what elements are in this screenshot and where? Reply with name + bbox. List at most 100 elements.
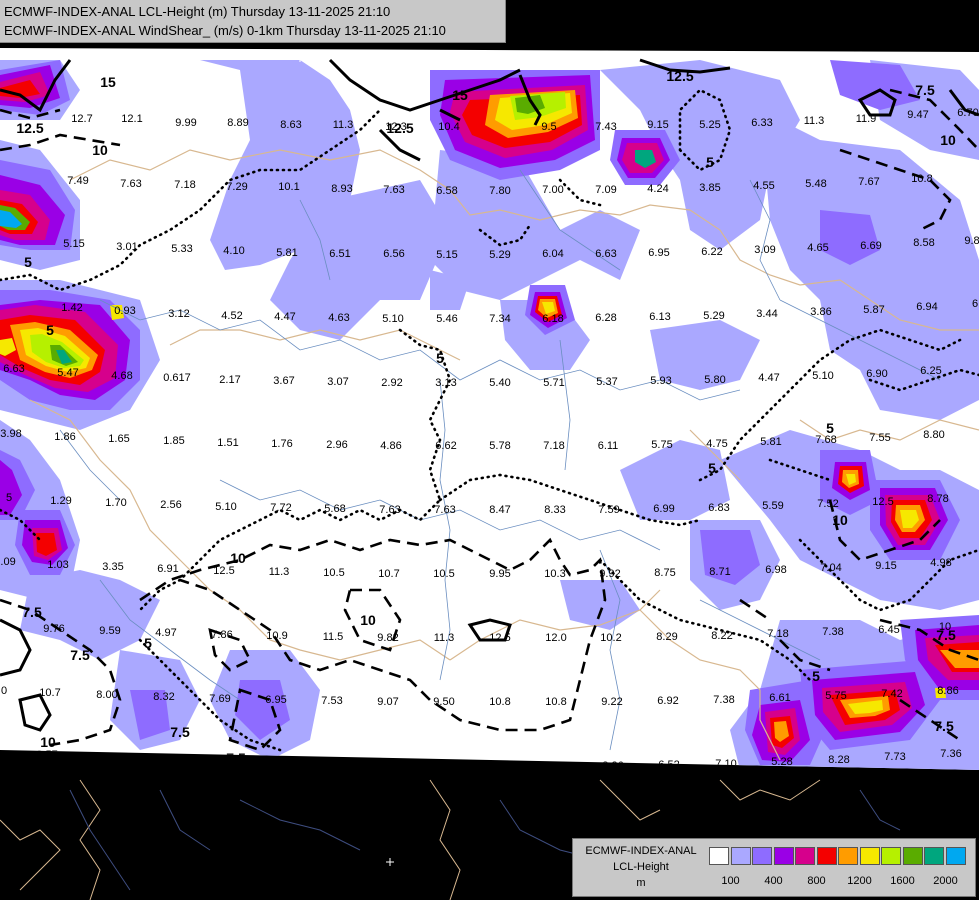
- shear-value-label: 7.34: [489, 313, 510, 325]
- shear-value-label: 3.07: [327, 376, 348, 388]
- shear-value-label: 5.71: [543, 377, 564, 389]
- shear-value-label: 11.3: [434, 632, 455, 644]
- shear-value-label: 7.63: [383, 184, 404, 196]
- shear-value-label: 7.73: [884, 751, 905, 763]
- contour-label: 10: [360, 612, 376, 628]
- shear-value-label: 7.09: [595, 184, 616, 196]
- shear-value-label: 11.5: [323, 631, 344, 643]
- shear-value-label: 6.63: [595, 248, 616, 260]
- shear-value-label: 3.44: [756, 308, 777, 320]
- shear-value-label: 6.91: [157, 563, 178, 575]
- shear-value-label: 7.04: [820, 562, 841, 574]
- shear-value-label: 7.38: [713, 694, 734, 706]
- shear-value-label: 1.86: [54, 431, 75, 443]
- shear-value-label: 7.42: [881, 688, 902, 700]
- shear-value-label: 8.32: [153, 691, 174, 703]
- contour-label: 5: [436, 350, 444, 366]
- shear-value-label: 10.8: [489, 696, 510, 708]
- shear-value-label: 9.99: [175, 117, 196, 129]
- shear-value-label: 4.86: [380, 440, 401, 452]
- shear-value-label: 3.01: [116, 241, 137, 253]
- shear-value-label: 7.36: [940, 748, 961, 760]
- shear-value-label: 3.86: [810, 306, 831, 318]
- legend-swatch: [945, 847, 966, 865]
- shear-value-label: 6.70: [957, 107, 978, 119]
- shear-value-label: 10.8: [545, 696, 566, 708]
- shear-value-label: 5.25: [699, 119, 720, 131]
- shear-value-label: 9.8: [964, 235, 979, 247]
- shear-value-label: 8.28: [828, 754, 849, 766]
- contour-label: 5: [46, 322, 54, 338]
- shear-value-label: 7.18: [174, 179, 195, 191]
- shear-value-label: 5.15: [63, 238, 84, 250]
- legend-tick-label: 400: [764, 875, 783, 887]
- shear-value-label: 4.47: [758, 372, 779, 384]
- shear-value-label: 10.8: [911, 173, 932, 185]
- contour-label: 5: [144, 635, 152, 651]
- shear-value-label: 7.38: [822, 626, 843, 638]
- shear-value-label: 0.617: [163, 372, 191, 384]
- shear-value-label: 4.52: [221, 310, 242, 322]
- contour-label: 7.5: [70, 647, 90, 663]
- shear-value-label: 5.10: [215, 501, 236, 513]
- shear-value-label: 7.55: [869, 432, 890, 444]
- shear-value-label: 5.10: [812, 370, 833, 382]
- shear-value-label: 6.25: [920, 365, 941, 377]
- shear-value-label: 4.75: [706, 438, 727, 450]
- contour-label: 15: [452, 87, 468, 103]
- shear-value-label: 6.83: [708, 502, 729, 514]
- shear-value-label: 6.92: [657, 695, 678, 707]
- shear-value-label: 7.68: [815, 434, 836, 446]
- legend-unit: m: [636, 877, 646, 889]
- shear-value-label: 1.03: [47, 559, 68, 571]
- shear-value-label: 9.07: [377, 696, 398, 708]
- legend-title-line-2: LCL-Height: [613, 861, 669, 873]
- shear-value-label: 5.80: [704, 374, 725, 386]
- contour-label: 5: [24, 254, 32, 270]
- shear-value-label: 5.46: [436, 313, 457, 325]
- contour-label: 7.5: [934, 718, 954, 734]
- shear-value-label: 8.75: [654, 567, 675, 579]
- shear-value-label: 6.61: [769, 692, 790, 704]
- shear-value-label: 8.80: [923, 429, 944, 441]
- shear-value-label: 0: [1, 685, 7, 697]
- shear-value-label: 7.53: [321, 695, 342, 707]
- shear-value-label: 6.13: [649, 311, 670, 323]
- shear-value-label: 6.45: [878, 624, 899, 636]
- legend-swatch: [773, 847, 794, 865]
- shear-value-label: 12.7: [71, 113, 92, 125]
- shear-value-label: 1.76: [271, 438, 292, 450]
- shear-value-label: 7.67: [858, 176, 879, 188]
- shear-value-label: 10.7: [39, 687, 60, 699]
- shear-value-label: 8.63: [280, 119, 301, 131]
- shear-value-label: 9.50: [433, 696, 454, 708]
- shear-value-label: 8.89: [227, 117, 248, 129]
- shear-value-label: 1.51: [217, 437, 238, 449]
- legend-swatch: [902, 847, 923, 865]
- shear-value-label: 9.59: [99, 625, 120, 637]
- shear-value-label: 5.40: [489, 377, 510, 389]
- shear-value-label: 11.9: [856, 113, 877, 125]
- legend-swatch: [709, 847, 729, 865]
- shear-value-label: 8.78: [927, 493, 948, 505]
- shear-value-label: 6.95: [648, 247, 669, 259]
- shear-value-label: 6.95: [265, 694, 286, 706]
- contour-label: 5: [812, 668, 820, 684]
- contour-label: 10: [230, 550, 246, 566]
- shear-value-label: 5.87: [863, 304, 884, 316]
- shear-value-label: 7.18: [543, 440, 564, 452]
- shear-value-label: 8.00: [96, 689, 117, 701]
- shear-value-label: 3.35: [102, 561, 123, 573]
- shear-value-label: 5.48: [805, 178, 826, 190]
- shear-value-label: 6.11: [598, 440, 619, 452]
- shear-value-label: 4.10: [223, 245, 244, 257]
- title-line-2: ECMWF-INDEX-ANAL WindShear_ (m/s) 0-1km …: [4, 23, 446, 38]
- shear-value-label: 7.63: [120, 178, 141, 190]
- legend-swatch: [924, 847, 944, 865]
- shear-value-label: 4.63: [328, 312, 349, 324]
- contour-label: 12.5: [16, 120, 43, 136]
- shear-value-label: 7.63: [434, 504, 455, 516]
- shear-value-label: 9.92: [599, 568, 620, 580]
- shear-value-label: 12.5: [872, 496, 893, 508]
- shear-value-label: 9.09: [0, 556, 16, 568]
